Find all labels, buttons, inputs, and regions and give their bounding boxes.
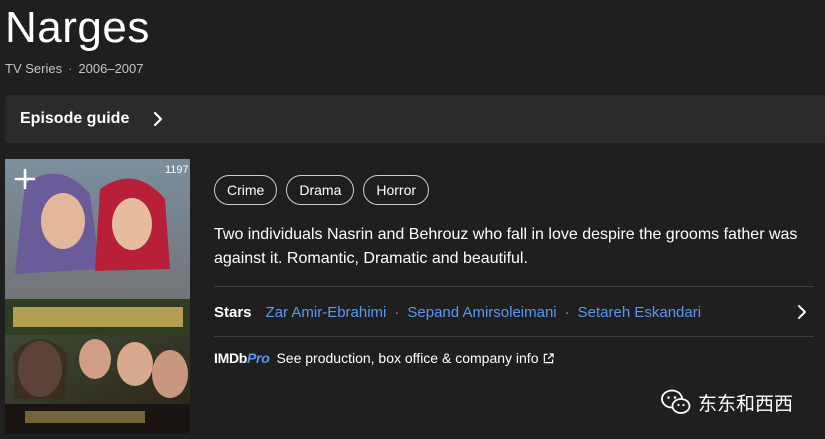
stars-separator: · bbox=[564, 303, 570, 321]
poster-image[interactable]: 1197 bbox=[5, 159, 190, 434]
star-link-zar-amir-ebrahimi[interactable]: Zar Amir-Ebrahimi bbox=[266, 304, 387, 321]
star-link-sepand-amirsoleimani[interactable]: Sepand Amirsoleimani bbox=[407, 304, 556, 321]
genre-chip-horror[interactable]: Horror bbox=[363, 175, 430, 205]
imdbpro-link[interactable]: IMDbPro See production, box office & com… bbox=[214, 350, 555, 366]
chevron-right-icon[interactable] bbox=[794, 304, 810, 320]
genre-chips: Crime Drama Horror bbox=[214, 175, 430, 205]
wechat-icon bbox=[661, 389, 691, 414]
meta-separator: · bbox=[68, 61, 73, 76]
imdbpro-logo-pro: Pro bbox=[247, 350, 270, 366]
imdbpro-logo: IMDbPro bbox=[214, 350, 270, 366]
title-meta: TV Series · 2006–2007 bbox=[5, 60, 144, 78]
plot-summary: Two individuals Nasrin and Behrouz who f… bbox=[214, 226, 798, 267]
episode-guide-button[interactable]: Episode guide bbox=[5, 95, 825, 143]
divider bbox=[214, 336, 814, 337]
imdbpro-logo-main: IMDb bbox=[214, 350, 248, 366]
title-years[interactable]: 2006–2007 bbox=[78, 60, 143, 78]
imdbpro-link-text[interactable]: See production, box office & company inf… bbox=[276, 350, 538, 366]
stars-row[interactable]: Stars Zar Amir-Ebrahimi · Sepand Amirsol… bbox=[214, 299, 814, 325]
title-type: TV Series bbox=[5, 61, 63, 76]
external-link-icon bbox=[544, 352, 555, 363]
page-title: Narges bbox=[5, 3, 150, 52]
chevron-right-icon bbox=[154, 111, 163, 127]
title-page: Narges TV Series · 2006–2007 Episode gui… bbox=[0, 0, 825, 439]
genre-chip-drama[interactable]: Drama bbox=[286, 175, 355, 205]
watermark-text: 东东和西西 bbox=[698, 392, 794, 415]
watermark: 东东和西西 bbox=[660, 388, 793, 416]
plus-icon[interactable] bbox=[13, 167, 37, 191]
poster-artwork: 1197 bbox=[5, 159, 190, 434]
star-link-setareh-eskandari[interactable]: Setareh Eskandari bbox=[578, 304, 701, 321]
stars-separator: · bbox=[394, 303, 400, 321]
stars-label: Stars bbox=[214, 303, 252, 321]
divider bbox=[214, 286, 814, 287]
episode-guide-label: Episode guide bbox=[20, 110, 130, 127]
poster-corner-number: 1197 bbox=[165, 164, 189, 176]
genre-chip-crime[interactable]: Crime bbox=[214, 175, 278, 205]
